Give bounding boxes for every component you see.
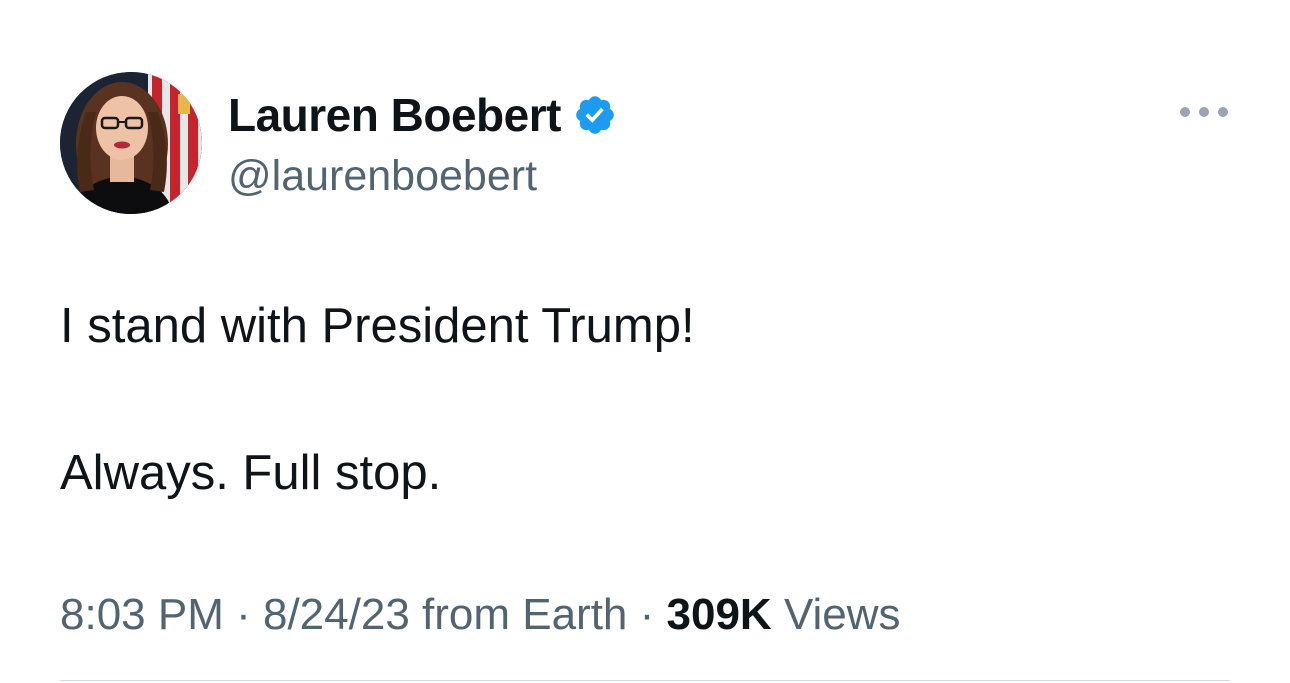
tweet-text-line: I stand with President Trump!: [60, 299, 695, 353]
more-dot: [1218, 107, 1228, 117]
tweet-date-source[interactable]: 8/24/23 from Earth: [263, 590, 627, 639]
meta-separator: ·: [223, 590, 263, 639]
more-options-icon[interactable]: [1180, 100, 1228, 124]
verified-badge-icon: [573, 93, 617, 137]
tweet-meta: 8:03 PM · 8/24/23 from Earth · 309K View…: [60, 590, 901, 640]
name-row: Lauren Boebert: [228, 86, 617, 144]
more-dot: [1199, 107, 1209, 117]
tweet-card: Lauren Boebert @laurenboebert I stand wi…: [0, 0, 1290, 683]
more-dot: [1180, 107, 1190, 117]
meta-separator: ·: [627, 590, 667, 639]
author-display-name[interactable]: Lauren Boebert: [228, 88, 561, 142]
divider: [60, 680, 1230, 681]
tweet-text-line: Always. Full stop.: [60, 446, 442, 500]
avatar-photo: [60, 72, 202, 214]
views-count[interactable]: 309K: [667, 590, 772, 639]
tweet-time[interactable]: 8:03 PM: [60, 590, 224, 639]
author-block: Lauren Boebert @laurenboebert: [228, 86, 617, 201]
views-label: Views: [783, 590, 901, 639]
author-handle[interactable]: @laurenboebert: [228, 152, 617, 201]
author-avatar[interactable]: [60, 72, 202, 214]
